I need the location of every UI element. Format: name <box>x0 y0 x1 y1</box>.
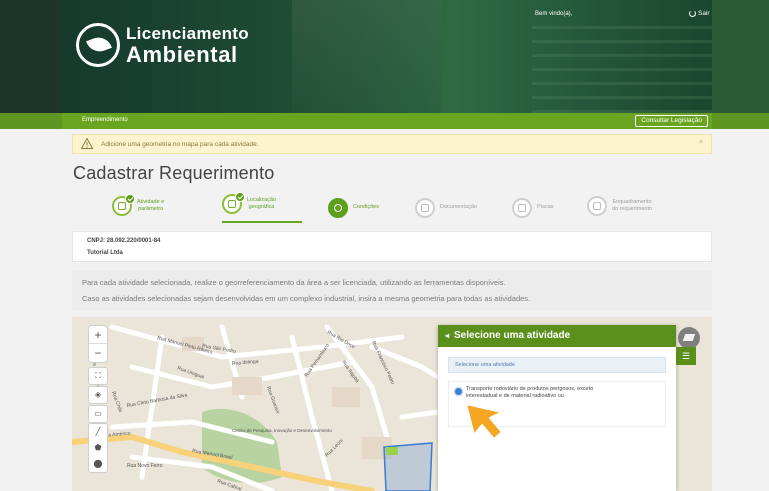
locate-icon[interactable]: ◈ <box>89 387 107 403</box>
step-conditions[interactable]: Condições <box>328 198 379 218</box>
exit-label: Sair <box>698 10 710 17</box>
step-plates[interactable]: Placas <box>512 198 554 218</box>
alert-banner: Adicione uma geometria no mapa para cada… <box>72 134 712 154</box>
draw-polygon-icon[interactable]: ⬟ <box>89 440 107 456</box>
panel-title: Selecione uma atividade <box>454 330 571 341</box>
marker-icon[interactable]: ⬤ <box>89 456 107 472</box>
list-icon[interactable]: ☰ <box>676 347 696 365</box>
activity-text: Transporte rodoviário de produtos perigo… <box>466 386 594 392</box>
brand-logo[interactable]: Licenciamento Ambiental <box>76 23 249 67</box>
wizard-steps: Atividade e parâmetro Localização geográfi… <box>72 192 712 226</box>
step-label: Placas <box>537 204 554 211</box>
navbar: Empreendimento Consultar Legislação <box>62 113 712 129</box>
activity-radio[interactable] <box>455 388 462 395</box>
activity-icon <box>112 194 135 216</box>
collapse-icon[interactable]: ◂ <box>445 325 449 347</box>
company-info: CNPJ: 28.092.220/0001-84 Tutorial Ltda <box>72 231 712 262</box>
step-activity[interactable]: Atividade e parâmetro <box>112 194 165 216</box>
banner-texture <box>292 0 442 113</box>
legislation-button[interactable]: Consultar Legislação <box>635 115 708 127</box>
street-label: Rua Novo Ferro <box>127 463 163 469</box>
alert-message: Adicione uma geometria no mapa para cada… <box>101 141 259 148</box>
step-location[interactable]: Localização geográfica <box>222 192 277 214</box>
welcome-text: Bem vindo(a), <box>535 11 573 17</box>
activity-text: interestadual e de material radioativo o… <box>466 393 564 400</box>
question-icon <box>328 198 348 218</box>
zoom-control: + − <box>89 326 107 362</box>
draw-line-icon[interactable]: ╱ <box>89 424 107 440</box>
layers-icon[interactable] <box>678 327 700 349</box>
check-icon <box>235 192 245 202</box>
map-view[interactable]: Rua Manoel Pinto Ribeiro Rua Ibitinga Ru… <box>72 317 712 491</box>
step-label: Enquadramento <box>612 198 652 205</box>
header-side-right <box>712 0 769 113</box>
step-label: parâmetro <box>138 206 164 212</box>
landmark-label: Centro de Pesquisa, Inovação e Desenvolv… <box>232 428 332 433</box>
truck-icon <box>512 198 532 218</box>
step-label: geográfica <box>248 204 275 210</box>
clipboard-icon <box>587 196 607 216</box>
location-icon <box>222 192 245 214</box>
close-icon[interactable]: × <box>699 139 703 146</box>
pointer-cursor-icon <box>465 403 503 440</box>
logo-text-line1: Licenciamento <box>126 23 249 43</box>
warning-icon <box>81 138 93 149</box>
app-window: Licenciamento Ambiental Bem vindo(a), Sa… <box>0 0 769 491</box>
exit-button[interactable]: Sair <box>689 10 710 17</box>
step-classification[interactable]: Enquadramento do requerimento <box>587 196 652 216</box>
page-title: Cadastrar Requerimento <box>73 163 275 183</box>
draw-toolbar: ╱ ⬟ ⬤ <box>89 424 107 472</box>
instruction-line: Caso as atividades selecionadas sejam de… <box>82 294 531 303</box>
zoom-in-button[interactable]: + <box>89 326 107 344</box>
measure-icon[interactable]: ▭ <box>89 406 107 422</box>
company-name: Tutorial Ltda <box>87 250 123 256</box>
step-documents[interactable]: Documentação <box>415 198 477 218</box>
leaf-icon <box>76 23 120 67</box>
navbar-side <box>0 113 62 129</box>
step-label: do requerimento <box>612 206 653 212</box>
power-icon <box>689 10 696 17</box>
breadcrumb[interactable]: Empreendimento <box>82 117 128 123</box>
check-icon <box>125 194 135 204</box>
instruction-line: Para cada atividade selecionada, realize… <box>82 278 506 287</box>
activity-select-header: Selecione uma atividade <box>448 357 666 373</box>
step-label: Atividade e <box>137 198 165 205</box>
active-step-indicator <box>222 221 302 223</box>
header-side-left <box>0 0 62 113</box>
zoom-out-button[interactable]: − <box>89 344 107 362</box>
logo-text-line2: Ambiental <box>126 41 238 67</box>
navbar-side <box>712 113 769 129</box>
fullscreen-icon[interactable]: ⛶ <box>89 368 107 384</box>
step-label: Localização <box>247 196 277 203</box>
banner-texture <box>532 20 712 113</box>
company-cnpj: CNPJ: 28.092.220/0001-84 <box>87 238 161 244</box>
step-label: Condições <box>353 204 379 211</box>
step-label: Documentação <box>440 204 477 211</box>
document-icon <box>415 198 435 218</box>
polygon-marker <box>386 447 398 455</box>
instructions-box: Para cada atividade selecionada, realize… <box>72 270 712 310</box>
